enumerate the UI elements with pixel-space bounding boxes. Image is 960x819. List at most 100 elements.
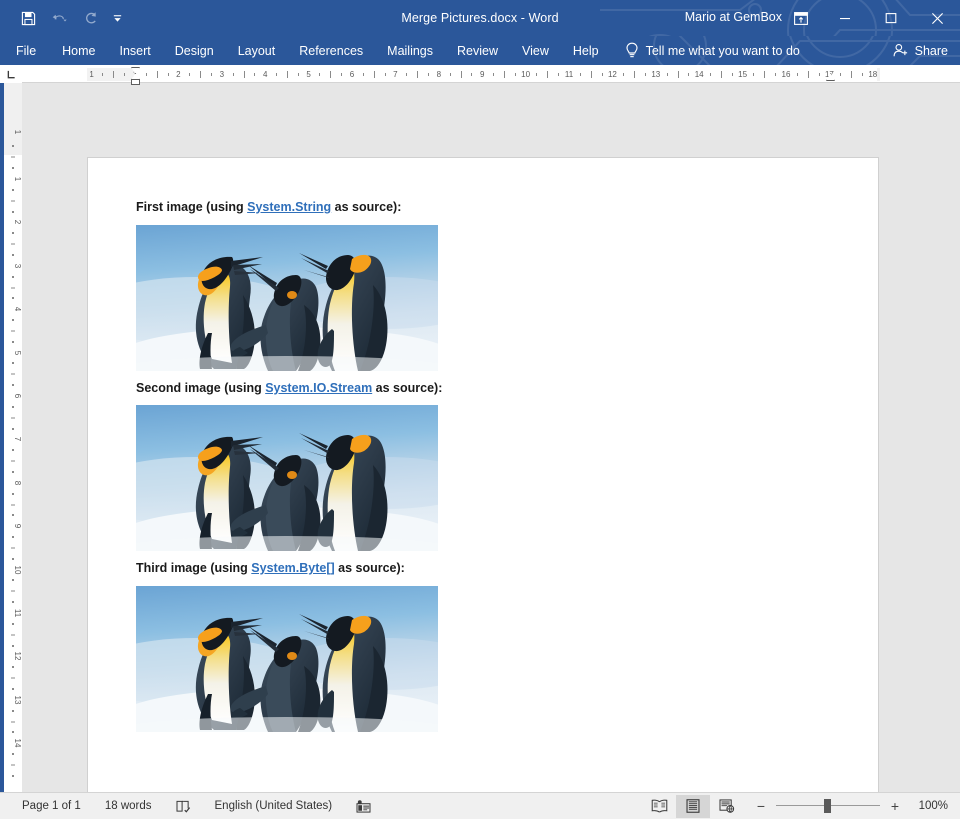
image-container-first[interactable] — [136, 224, 838, 371]
read-mode-icon — [651, 799, 667, 813]
tab-review[interactable]: Review — [445, 36, 510, 65]
vertical-ruler-tick — [12, 188, 14, 191]
redo-button[interactable] — [76, 5, 104, 31]
zoom-out-button[interactable]: − — [754, 798, 768, 814]
ruler-tick — [796, 73, 798, 76]
penguins-image-first[interactable] — [136, 224, 438, 371]
ruler-label: 13 — [651, 70, 661, 79]
macro-record-status[interactable] — [344, 795, 383, 817]
ruler-tick — [417, 71, 419, 78]
zoom-level-label[interactable]: 100% — [910, 800, 952, 812]
maximize-button[interactable] — [868, 0, 914, 36]
ruler-tick — [254, 73, 256, 76]
ruler-tick — [243, 71, 245, 78]
image-container-second[interactable] — [136, 405, 838, 552]
vertical-ruler-tick — [12, 687, 14, 690]
tab-home[interactable]: Home — [50, 36, 107, 65]
paragraph-first-image: First image (using System.String as sour… — [136, 200, 838, 216]
web-layout-icon — [719, 799, 735, 813]
word-count-status[interactable]: 18 words — [93, 795, 164, 817]
ruler-tick — [200, 71, 202, 78]
proofing-status[interactable] — [164, 795, 203, 817]
penguins-image-second[interactable] — [136, 405, 438, 552]
paragraph-suffix: as source): — [372, 380, 443, 395]
vertical-ruler-tick — [11, 200, 15, 202]
view-web-layout-button[interactable] — [710, 795, 744, 818]
window-controls — [780, 0, 960, 36]
view-read-mode-button[interactable] — [642, 795, 676, 818]
ruler-tick — [807, 71, 809, 78]
minimize-icon — [840, 18, 850, 20]
link-system-byte-array[interactable]: System.Byte[] — [251, 561, 334, 575]
ruler-tick — [514, 73, 516, 76]
vertical-ruler-label: 1 — [13, 129, 22, 134]
left-indent-marker[interactable] — [131, 79, 140, 85]
vertical-ruler-tick — [12, 666, 14, 669]
vertical-ruler-tick — [12, 405, 14, 408]
vertical-ruler-label: 5 — [13, 350, 22, 355]
page-content: First image (using System.String as sour… — [136, 200, 838, 742]
vertical-ruler-tick — [11, 417, 15, 419]
ruler-label: 11 — [564, 70, 574, 79]
link-system-io-stream[interactable]: System.IO.Stream — [265, 381, 372, 395]
document-page[interactable]: First image (using System.String as sour… — [87, 157, 879, 792]
minimize-button[interactable] — [822, 0, 868, 36]
ruler-label: 10 — [521, 70, 531, 79]
tab-help[interactable]: Help — [561, 36, 611, 65]
page-number-status[interactable]: Page 1 of 1 — [10, 795, 93, 817]
paragraph-prefix: Second image (using — [136, 380, 266, 395]
vertical-ruler-margin-shade — [4, 83, 22, 155]
ruler-tick — [362, 73, 364, 76]
ruler-tick — [341, 73, 343, 76]
ruler-tick — [775, 73, 777, 76]
zoom-slider-thumb[interactable] — [824, 799, 831, 813]
view-print-layout-button[interactable] — [676, 794, 710, 818]
save-button[interactable] — [14, 5, 42, 31]
vertical-ruler[interactable]: 1 1 2 3 4 5 6 7 8 9 10 11 12 13 14 — [4, 83, 22, 792]
horizontal-ruler[interactable]: 1123456789101112131415161718 — [0, 65, 960, 85]
share-button[interactable]: Share — [893, 43, 948, 58]
ruler-tick — [384, 73, 386, 76]
tab-references[interactable]: References — [287, 36, 375, 65]
ruler-tick — [156, 71, 158, 78]
ribbon-display-options-button[interactable] — [780, 0, 822, 36]
vertical-ruler-tick — [11, 721, 15, 722]
tab-layout[interactable]: Layout — [226, 36, 288, 65]
ribbon-display-icon — [794, 11, 808, 25]
vertical-ruler-tick — [12, 470, 14, 473]
paragraph-second-image: Second image (using System.IO.Stream as … — [136, 381, 838, 397]
link-system-string[interactable]: System.String — [247, 200, 331, 214]
image-container-third[interactable] — [136, 585, 838, 732]
chevron-down-icon — [113, 14, 121, 22]
zoom-slider[interactable] — [776, 799, 880, 813]
maximize-icon — [885, 13, 897, 24]
vertical-ruler-tick — [11, 764, 15, 766]
ruler-tick — [666, 73, 668, 76]
account-name: Mario at GemBox — [684, 10, 782, 24]
close-button[interactable] — [914, 0, 960, 36]
status-bar: Page 1 of 1 18 words English (United Sta… — [0, 792, 960, 819]
penguins-image-third[interactable] — [136, 585, 438, 732]
vertical-ruler-label: 10 — [13, 565, 22, 575]
zoom-in-button[interactable]: + — [888, 798, 902, 814]
ruler-tick — [634, 71, 636, 78]
tab-insert[interactable]: Insert — [108, 36, 163, 65]
ruler-tick — [493, 73, 495, 76]
ruler-tick — [720, 71, 722, 78]
vertical-ruler-label: 6 — [13, 393, 22, 399]
tab-mailings[interactable]: Mailings — [375, 36, 445, 65]
ruler-tick — [710, 73, 712, 76]
language-status[interactable]: English (United States) — [203, 795, 345, 817]
undo-button[interactable] — [45, 5, 73, 31]
vertical-ruler-label: 14 — [13, 738, 22, 748]
tell-me-box[interactable]: Tell me what you want to do — [625, 42, 800, 59]
tab-stop-selector[interactable] — [0, 65, 22, 83]
customize-quick-access-button[interactable] — [107, 5, 127, 31]
undo-icon — [52, 14, 67, 21]
vertical-ruler-tick — [12, 253, 14, 256]
tab-design[interactable]: Design — [163, 36, 226, 65]
tab-file[interactable]: File — [0, 36, 50, 65]
ruler-label: 14 — [694, 70, 704, 79]
ruler-tick — [547, 71, 549, 78]
tab-view[interactable]: View — [510, 36, 561, 65]
